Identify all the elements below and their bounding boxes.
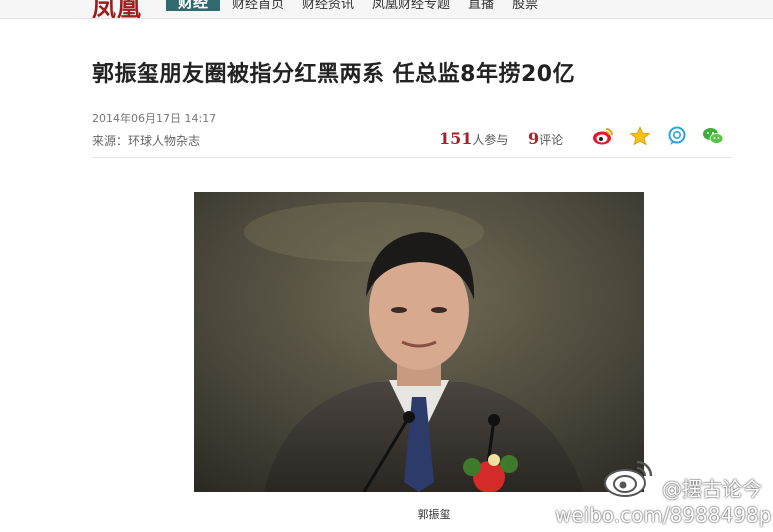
nav-link[interactable]: 直播 [468,0,494,12]
article-title: 郭振玺朋友圈被指分红黑两系 任总监8年捞20亿 [92,62,576,87]
nav-link[interactable]: 股票 [512,0,538,12]
nav-links: 财经首页 财经资讯 凤凰财经专题 直播 股票 [232,0,538,12]
nav-link[interactable]: 财经资讯 [302,0,354,12]
watermark-url: weibo.com/8988498p [555,503,772,527]
comments-label: 评论 [539,133,564,147]
top-nav-bar: 凤凰 财经 财经首页 财经资讯 凤凰财经专题 直播 股票 [0,0,773,19]
favorite-star-icon[interactable] [629,126,651,146]
nav-link[interactable]: 凤凰财经专题 [372,0,450,12]
comments-stat[interactable]: 9评论 [528,129,563,148]
weibo-watermark-icon [603,458,655,498]
qq-icon[interactable] [666,126,688,146]
header-divider [92,157,732,158]
weibo-icon[interactable] [592,126,614,146]
participants-label: 人参与 [472,133,509,147]
article-date: 2014年06月17日 14:17 [92,112,217,125]
channel-badge[interactable]: 财经 [166,0,220,11]
wechat-icon[interactable] [702,126,724,146]
participants-stat[interactable]: 151人参与 [439,129,508,148]
nav-link[interactable]: 财经首页 [232,0,284,12]
article-photo [194,192,644,492]
watermark-handle: @摆古论今 [662,477,762,501]
comments-count: 9 [528,129,540,148]
participants-count: 151 [439,129,473,148]
article-source: 来源：环球人物杂志 [92,134,201,148]
site-logo[interactable]: 凤凰 [92,0,142,18]
